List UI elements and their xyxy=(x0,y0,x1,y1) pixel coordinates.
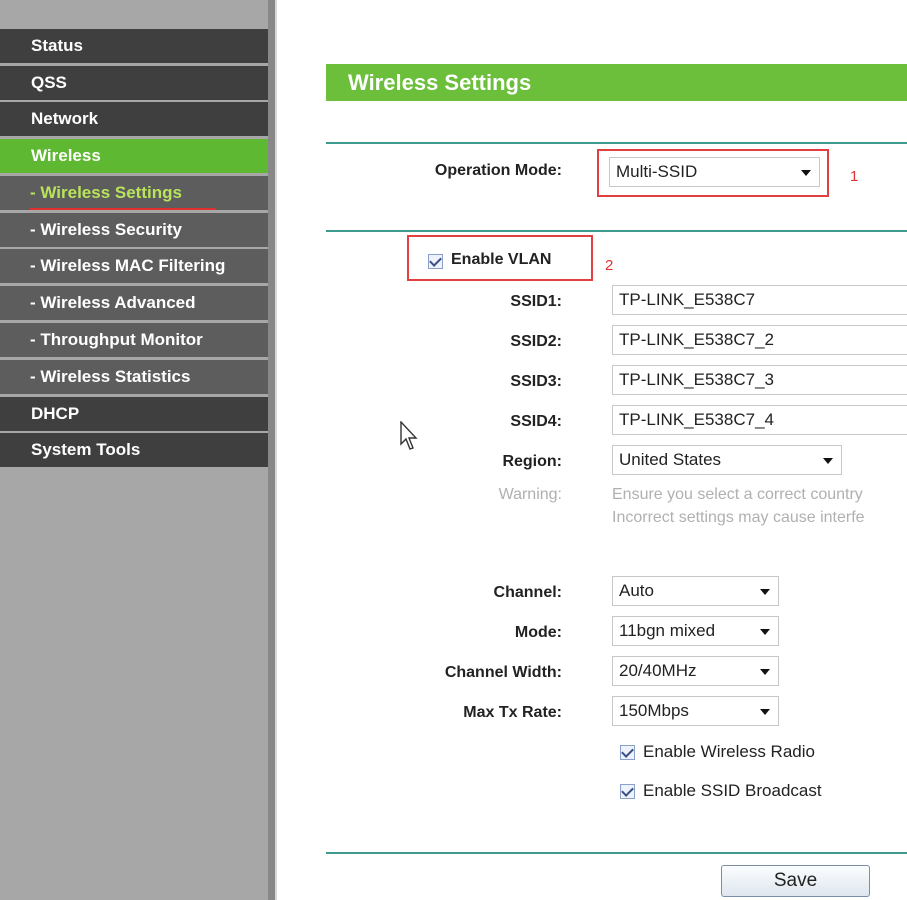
sidebar-item-dhcp[interactable]: DHCP xyxy=(0,397,268,431)
channel-label: Channel: xyxy=(493,584,562,601)
channel-width-value: 20/40MHz xyxy=(619,661,697,680)
chevron-down-icon xyxy=(760,589,770,595)
annotation-number-2: 2 xyxy=(605,257,614,274)
warning-text-line-1: Ensure you select a correct country xyxy=(612,486,863,503)
channel-width-select[interactable]: 20/40MHz xyxy=(612,656,779,686)
channel-width-label: Channel Width: xyxy=(444,664,562,681)
region-select[interactable]: United States xyxy=(612,445,842,475)
operation-mode-value: Multi-SSID xyxy=(616,162,698,181)
enable-wireless-radio-label: Enable Wireless Radio xyxy=(643,742,815,761)
ssid1-label: SSID1: xyxy=(510,293,562,310)
sidebar-item-wireless-mac-filtering[interactable]: - Wireless MAC Filtering xyxy=(0,249,268,283)
region-value: United States xyxy=(619,450,722,469)
ssid3-input[interactable]: TP-LINK_E538C7_3 xyxy=(612,365,907,395)
chevron-down-icon xyxy=(760,709,770,715)
chevron-down-icon xyxy=(801,170,811,176)
section-divider xyxy=(326,142,907,144)
max-tx-rate-value: 150Mbps xyxy=(619,701,689,720)
region-label: Region: xyxy=(502,453,562,470)
enable-vlan-label: Enable VLAN xyxy=(451,251,552,268)
sidebar-item-system-tools[interactable]: System Tools xyxy=(0,433,268,467)
frame-divider xyxy=(268,0,277,900)
sidebar-item-status[interactable]: Status xyxy=(0,29,268,63)
ssid2-label: SSID2: xyxy=(510,333,562,350)
sidebar-item-wireless-statistics[interactable]: - Wireless Statistics xyxy=(0,360,268,394)
enable-ssid-broadcast-checkbox[interactable] xyxy=(620,784,635,799)
chevron-down-icon xyxy=(760,629,770,635)
enable-ssid-broadcast-label: Enable SSID Broadcast xyxy=(643,781,822,800)
ssid4-label: SSID4: xyxy=(510,413,562,430)
ssid4-input[interactable]: TP-LINK_E538C7_4 xyxy=(612,405,907,435)
sidebar-nav: Status QSS Network Wireless - Wireless S… xyxy=(0,0,268,900)
sidebar-item-wireless-settings[interactable]: - Wireless Settings xyxy=(0,176,268,210)
sidebar-item-throughput-monitor[interactable]: - Throughput Monitor xyxy=(0,323,268,357)
section-divider xyxy=(326,230,907,232)
chevron-down-icon xyxy=(823,458,833,464)
max-tx-rate-select[interactable]: 150Mbps xyxy=(612,696,779,726)
ssid2-input[interactable]: TP-LINK_E538C7_2 xyxy=(612,325,907,355)
save-button[interactable]: Save xyxy=(721,865,870,897)
warning-text-line-2: Incorrect settings may cause interfe xyxy=(612,509,865,526)
mode-select[interactable]: 11bgn mixed xyxy=(612,616,779,646)
warning-label: Warning: xyxy=(498,486,562,503)
mouse-pointer-icon xyxy=(400,421,418,450)
ssid1-input[interactable]: TP-LINK_E538C7 xyxy=(612,285,907,315)
enable-wireless-radio-checkbox[interactable] xyxy=(620,745,635,760)
max-tx-rate-label: Max Tx Rate: xyxy=(463,704,562,721)
page-title: Wireless Settings xyxy=(326,64,907,101)
sidebar-item-wireless-advanced[interactable]: - Wireless Advanced xyxy=(0,286,268,320)
sidebar-item-wireless[interactable]: Wireless xyxy=(0,139,268,173)
sidebar-item-wireless-security[interactable]: - Wireless Security xyxy=(0,213,268,247)
chevron-down-icon xyxy=(760,669,770,675)
sidebar-item-network[interactable]: Network xyxy=(0,102,268,136)
enable-vlan-checkbox[interactable] xyxy=(428,254,443,269)
sidebar-item-qss[interactable]: QSS xyxy=(0,66,268,100)
section-divider xyxy=(326,852,907,854)
mode-label: Mode: xyxy=(514,624,562,641)
channel-select[interactable]: Auto xyxy=(612,576,779,606)
ssid3-label: SSID3: xyxy=(510,373,562,390)
annotation-number-1: 1 xyxy=(850,168,859,185)
mode-value: 11bgn mixed xyxy=(619,621,716,640)
channel-value: Auto xyxy=(619,581,654,600)
operation-mode-select[interactable]: Multi-SSID xyxy=(609,157,820,187)
current-page-underline xyxy=(30,208,216,210)
operation-mode-label: Operation Mode: xyxy=(434,162,562,179)
